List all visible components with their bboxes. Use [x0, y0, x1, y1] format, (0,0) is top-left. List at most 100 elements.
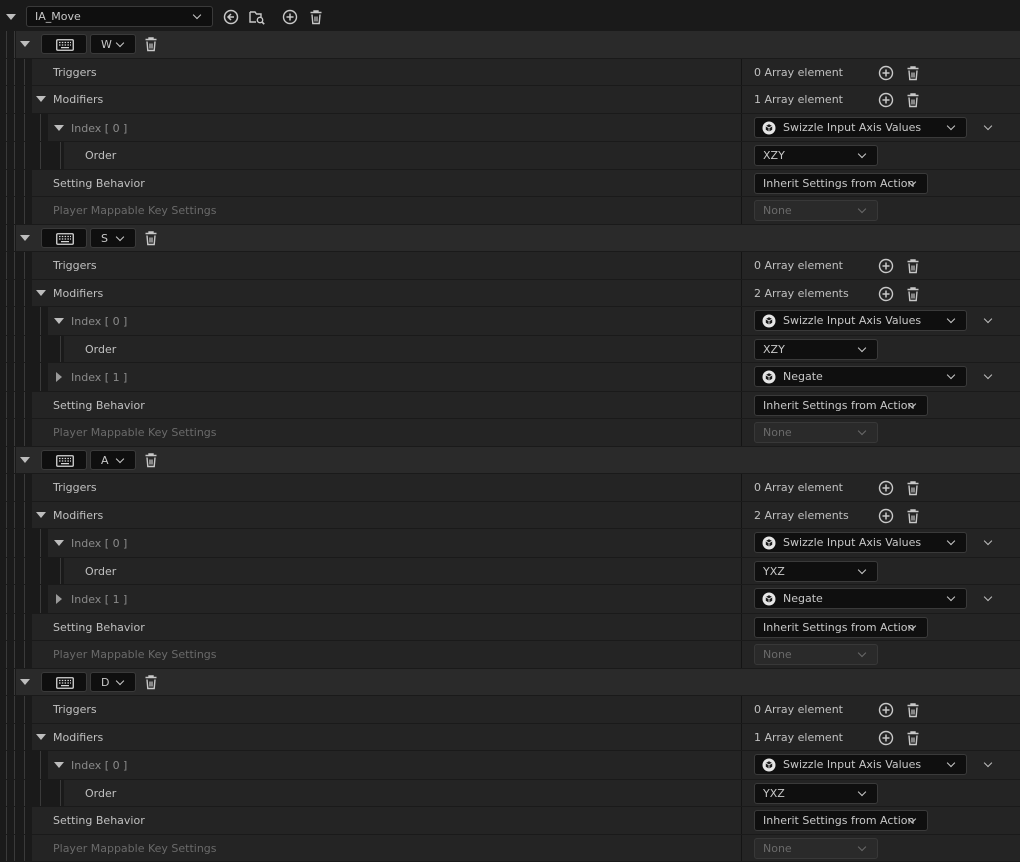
keyboard-selector-button[interactable] [41, 228, 87, 248]
clear-modifiers-icon[interactable] [905, 92, 921, 108]
modifier-index-row: Index [ 1 ]Negate [0, 363, 1020, 392]
player-mappable-combo-value: None [763, 426, 792, 439]
chevron-down-icon [858, 565, 866, 573]
setting-behavior-row: Setting BehaviorInherit Settings from Ac… [0, 807, 1020, 835]
key-selector-w[interactable]: W [90, 34, 136, 54]
remove-mapping-icon[interactable] [143, 36, 159, 52]
modifier-type-combo[interactable]: Swizzle Input Axis Values [754, 532, 967, 553]
chevron-down-icon [858, 150, 866, 158]
key-mapping-row-a: A [0, 447, 1020, 475]
expand-arrow-icon[interactable] [56, 372, 62, 382]
order-combo-value: XZY [763, 149, 785, 162]
modifier-type-combo[interactable]: Swizzle Input Axis Values [754, 754, 967, 775]
add-trigger-icon[interactable] [878, 702, 894, 718]
add-modifier-icon[interactable] [878, 92, 894, 108]
add-trigger-icon[interactable] [878, 258, 894, 274]
collapse-arrow-icon[interactable] [20, 457, 30, 463]
key-selector-s[interactable]: S [90, 228, 136, 248]
key-mapping-row-s: S [0, 225, 1020, 253]
modifier-type-combo-value: Swizzle Input Axis Values [783, 314, 921, 327]
clear-modifiers-icon[interactable] [905, 508, 921, 524]
chevron-down-icon [193, 11, 201, 19]
player-mappable-label: Player Mappable Key Settings [53, 842, 217, 855]
modifiers-count: 2 Array elements [754, 509, 849, 522]
clear-modifiers-icon[interactable] [905, 730, 921, 746]
browse-icon[interactable] [249, 9, 265, 25]
collapse-arrow-icon[interactable] [54, 318, 64, 324]
setting-behavior-combo[interactable]: Inherit Settings from Action [754, 617, 928, 638]
keyboard-selector-button[interactable] [41, 34, 87, 54]
modifier-type-combo[interactable]: Negate [754, 588, 967, 609]
player-mappable-combo: None [754, 200, 878, 221]
order-row: OrderYXZ [0, 780, 1020, 808]
keyboard-icon [56, 455, 74, 467]
chevron-down-icon [947, 371, 955, 379]
add-trigger-icon[interactable] [878, 65, 894, 81]
order-combo[interactable]: YXZ [754, 783, 878, 804]
clear-triggers-icon[interactable] [905, 480, 921, 496]
modifier-index-label: Index [ 1 ] [71, 593, 127, 606]
clear-modifiers-icon[interactable] [905, 286, 921, 302]
expand-arrow-icon[interactable] [56, 594, 62, 604]
chevron-down-icon [858, 842, 866, 850]
add-trigger-icon[interactable] [878, 480, 894, 496]
order-combo[interactable]: YXZ [754, 561, 878, 582]
collapse-arrow-icon[interactable] [36, 512, 46, 518]
add-modifier-icon[interactable] [878, 730, 894, 746]
input-action-name: IA_Move [35, 10, 81, 23]
input-action-combo[interactable]: IA_Move [26, 6, 213, 27]
order-combo-value: XZY [763, 343, 785, 356]
order-label: Order [85, 565, 116, 578]
remove-mapping-icon[interactable] [143, 674, 159, 690]
delete-icon[interactable] [308, 9, 324, 25]
add-modifier-icon[interactable] [878, 286, 894, 302]
setting-behavior-label: Setting Behavior [53, 177, 145, 190]
setting-behavior-combo[interactable]: Inherit Settings from Action [754, 810, 928, 831]
collapse-arrow-icon[interactable] [36, 734, 46, 740]
chevron-down-icon [947, 537, 955, 545]
key-selector-a[interactable]: A [90, 450, 136, 470]
modifier-type-combo-value: Swizzle Input Axis Values [783, 758, 921, 771]
chevron-down-icon [858, 649, 866, 657]
modifier-type-combo[interactable]: Negate [754, 366, 967, 387]
clear-triggers-icon[interactable] [905, 702, 921, 718]
order-row: Order YXZ [0, 558, 1020, 586]
order-combo[interactable]: XZY [754, 145, 878, 166]
modifier-icon [762, 536, 776, 550]
modifiers-row: Modifiers2 Array elements [0, 502, 1020, 530]
keyboard-selector-button[interactable] [41, 450, 87, 470]
key-mapping-row-d: D [0, 669, 1020, 697]
collapse-arrow-icon[interactable] [54, 762, 64, 768]
clear-triggers-icon[interactable] [905, 65, 921, 81]
order-label: Order [85, 343, 116, 356]
remove-mapping-icon[interactable] [143, 452, 159, 468]
order-combo[interactable]: XZY [754, 339, 878, 360]
keyboard-selector-button[interactable] [41, 672, 87, 692]
modifier-type-combo-value: Swizzle Input Axis Values [783, 121, 921, 134]
collapse-arrow-icon[interactable] [6, 14, 16, 20]
chevron-down-icon [858, 787, 866, 795]
collapse-arrow-icon[interactable] [20, 41, 30, 47]
setting-behavior-combo[interactable]: Inherit Settings from Action [754, 173, 928, 194]
use-selected-icon[interactable] [223, 9, 239, 25]
order-row: OrderXZY [0, 142, 1020, 170]
collapse-arrow-icon[interactable] [54, 540, 64, 546]
add-icon[interactable] [282, 9, 298, 25]
add-modifier-icon[interactable] [878, 508, 894, 524]
clear-triggers-icon[interactable] [905, 258, 921, 274]
remove-mapping-icon[interactable] [143, 230, 159, 246]
collapse-arrow-icon[interactable] [20, 679, 30, 685]
collapse-arrow-icon[interactable] [36, 290, 46, 296]
key-selector-d[interactable]: D [90, 672, 136, 692]
chevron-down-icon [116, 676, 124, 684]
chevron-down-icon [858, 427, 866, 435]
modifier-type-combo[interactable]: Swizzle Input Axis Values [754, 310, 967, 331]
collapse-arrow-icon[interactable] [20, 235, 30, 241]
modifier-type-combo[interactable]: Swizzle Input Axis Values [754, 117, 967, 138]
modifier-index-label: Index [ 0 ] [71, 537, 127, 550]
collapse-arrow-icon[interactable] [36, 96, 46, 102]
collapse-arrow-icon[interactable] [54, 125, 64, 131]
action-row: IA_Move [0, 3, 1020, 31]
setting-behavior-combo[interactable]: Inherit Settings from Action [754, 395, 928, 416]
keyboard-icon [56, 677, 74, 689]
